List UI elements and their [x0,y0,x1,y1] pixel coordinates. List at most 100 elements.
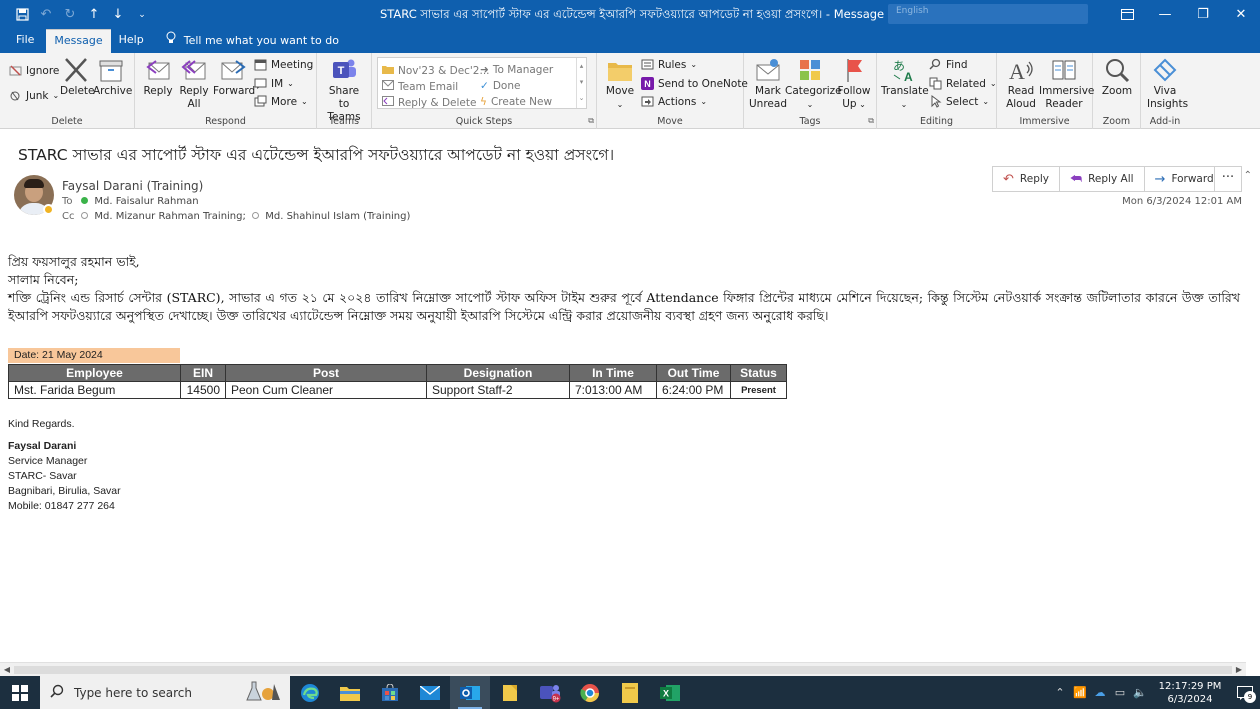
quick-steps-gallery: Nov'23 & Dec'2... ➜ To Manager Team Emai… [377,57,587,109]
chrome-icon[interactable] [570,676,610,709]
read-aloud-button[interactable]: A Read Aloud [1003,57,1039,111]
scroll-right-icon[interactable]: ▶ [1233,664,1245,676]
customize-qat-icon[interactable]: ⌄ [130,3,154,27]
viva-insights-button[interactable]: Viva Insights [1147,57,1188,111]
lightbulb-icon [166,30,176,52]
taskbar-search-box[interactable]: Type here to search [40,676,290,709]
junk-icon [9,89,22,102]
junk-button[interactable]: Junk ⌄ [9,89,59,102]
presence-away-icon [43,204,54,215]
archive-button[interactable]: Archive [93,57,132,98]
edge-icon[interactable] [290,676,330,709]
quickstep-team-email[interactable]: Team Email [382,80,458,93]
more-respond-icon [254,95,267,108]
scroll-left-icon[interactable]: ◀ [1,664,13,676]
minimize-icon[interactable]: — [1146,0,1184,29]
quick-steps-launcher-icon[interactable]: ⧉ [588,116,594,126]
rules-button[interactable]: Rules ⌄ [641,58,697,71]
up-arrow-icon[interactable]: ↑ [82,3,106,27]
ignore-button[interactable]: Ignore [9,64,59,77]
message-body: প্রিয় ফয়সালুর রহমান ভাই, সালাম নিবেন; … [8,253,1240,325]
quickstep-to-manager[interactable]: ➜ To Manager [480,64,553,76]
quickstep-create-new[interactable]: ϟ Create New [480,96,552,108]
windows-start-icon[interactable] [0,676,40,709]
show-hidden-icons[interactable]: ⌃ [1050,686,1070,699]
tell-me-box[interactable]: Tell me what you want to do [152,29,349,53]
header-ein: EIN [180,364,226,382]
volume-icon[interactable]: 🔈 [1130,686,1150,699]
down-arrow-icon[interactable]: ↓ [106,3,130,27]
reply-all-button[interactable]: Reply All [177,57,211,111]
network-icon[interactable]: 📶 [1070,686,1090,699]
send-to-onenote-button[interactable]: N Send to OneNote [641,77,748,90]
translate-button[interactable]: あA Translate ⌄ [881,57,929,111]
notification-center-icon[interactable]: 9 [1230,676,1260,709]
battery-icon[interactable]: ▭ [1110,686,1130,699]
team-email-icon [382,80,394,93]
cell-ein: 14500 [180,381,226,399]
taskbar-clock[interactable]: 12:17:29 PM 6/3/2024 [1150,680,1230,706]
zoom-button[interactable]: Zoom [1099,57,1135,98]
outlook-icon[interactable] [450,676,490,709]
cc-recipient-1[interactable]: Md. Mizanur Rahman Training; [94,211,246,222]
find-button[interactable]: Find [929,58,968,71]
ribbon-display-icon[interactable] [1108,0,1146,29]
tags-group: Mark Unread Categorize ⌄ Follow Up ⌄ Tags… [744,53,877,129]
undo-icon[interactable]: ↶ [34,3,58,27]
forward-button[interactable]: Forward [213,57,255,98]
delete-button[interactable]: Delete [60,57,95,98]
immersive-reader-button[interactable]: Immersive Reader [1039,57,1094,111]
quickstep-done[interactable]: ✓ Done [480,80,520,92]
file-explorer-icon[interactable] [330,676,370,709]
more-respond-button[interactable]: More ⌄ [254,95,308,108]
mark-unread-button[interactable]: Mark Unread [748,57,788,111]
redo-icon[interactable]: ↻ [58,3,82,27]
reply-action-button[interactable]: ↶ Reply [993,167,1060,191]
message-actions: ↶ Reply ⮪ Reply All → Forward [992,166,1225,192]
quickstep-reply-delete[interactable]: Reply & Delete [382,96,476,109]
horizontal-scrollbar[interactable]: ◀ ▶ [0,662,1246,676]
onedrive-icon[interactable]: ☁ [1090,686,1110,699]
store-icon[interactable] [370,676,410,709]
close-icon[interactable]: ✕ [1222,0,1260,29]
header-employee: Employee [8,364,181,382]
mail-icon[interactable] [410,676,450,709]
collapse-ribbon-icon[interactable]: ⌃ [1244,170,1252,181]
actions-button[interactable]: Actions ⌄ [641,95,707,108]
tab-message[interactable]: Message [46,29,111,53]
to-recipient[interactable]: Md. Faisalur Rahman [94,196,198,207]
sig-address: Bagnibari, Birulia, Savar [8,485,121,497]
im-button[interactable]: IM ⌄ [254,77,294,90]
more-actions-button[interactable]: ··· [1214,166,1242,192]
teams-taskbar-icon[interactable]: 9+ [530,676,570,709]
tab-file[interactable]: File [0,29,46,53]
reply-all-action-button[interactable]: ⮪ Reply All [1060,167,1145,191]
follow-up-button[interactable]: Follow Up ⌄ [836,57,872,111]
select-button[interactable]: Select ⌄ [929,95,989,108]
quick-steps-scroller[interactable]: ▴ ▾ ⌄ [576,58,586,108]
system-tray: ⌃ 📶 ☁ ▭ 🔈 12:17:29 PM 6/3/2024 9 [1050,676,1260,709]
forward-action-button[interactable]: → Forward [1145,167,1224,191]
move-button[interactable]: Move ⌄ [603,57,637,111]
quickstep-nov-dec[interactable]: Nov'23 & Dec'2... [382,64,490,77]
cell-post: Peon Cum Cleaner [225,381,427,399]
meeting-button[interactable]: Meeting [254,58,313,71]
sticky-notes-icon[interactable] [490,676,530,709]
restore-icon[interactable]: ❐ [1184,0,1222,29]
excel-icon[interactable]: X [650,676,690,709]
tab-help[interactable]: Help [111,29,152,53]
cell-employee: Mst. Farida Begum [8,381,181,399]
share-to-teams-button[interactable]: T Share to Teams [323,57,365,124]
title-search-box[interactable]: English [888,4,1088,24]
sender-name[interactable]: Faysal Darani (Training) [62,179,203,193]
tags-launcher-icon[interactable]: ⧉ [868,116,874,126]
related-button[interactable]: Related ⌄ [929,77,997,90]
save-icon[interactable] [10,3,34,27]
file-manager-icon[interactable] [610,676,650,709]
categorize-button[interactable]: Categorize ⌄ [785,57,842,111]
cc-recipient-2[interactable]: Md. Shahinul Islam (Training) [265,211,410,222]
signature: Kind Regards. Faysal Darani Service Mana… [8,417,121,514]
reply-button[interactable]: Reply [141,57,175,98]
check-icon: ✓ [480,80,489,92]
scroll-track[interactable] [14,666,1232,674]
